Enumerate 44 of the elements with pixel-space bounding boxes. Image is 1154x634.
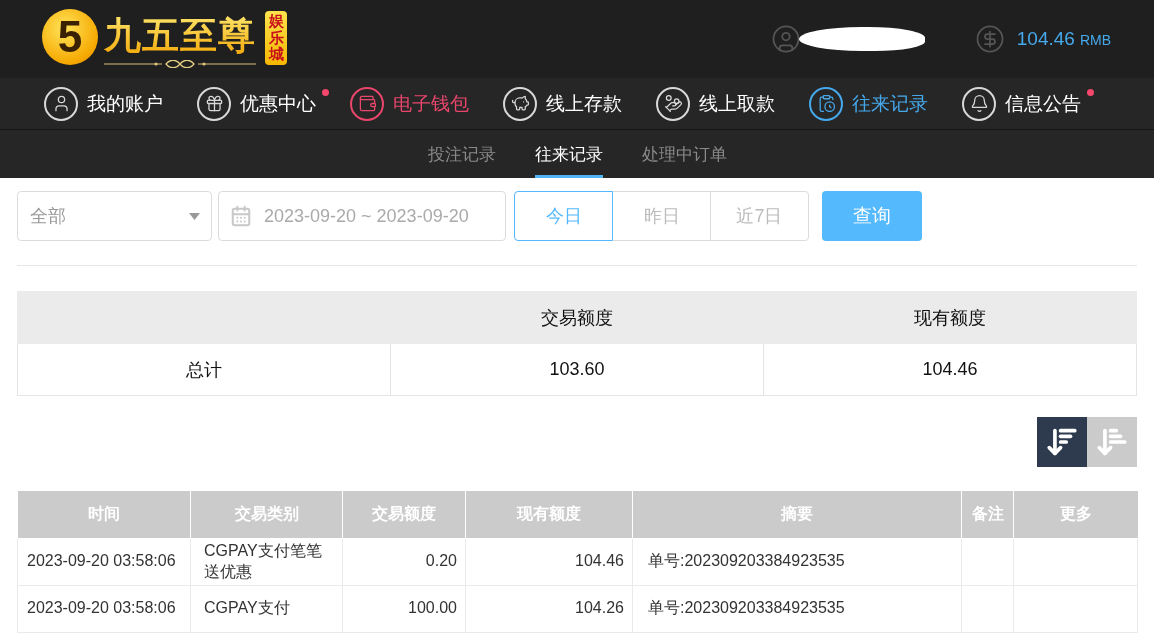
- balance-currency: RMB: [1079, 32, 1111, 48]
- time-cell: 2023-09-20 03:58:06: [17, 538, 191, 585]
- bell-icon: [962, 86, 996, 121]
- nav-item[interactable]: 往来记录: [809, 86, 928, 121]
- logo-badge: 娱乐城: [265, 11, 287, 65]
- nav-item[interactable]: 线上取款: [656, 86, 775, 121]
- time-cell: 2023-09-20 03:58:06: [17, 585, 191, 632]
- piggy-bank-icon: [503, 86, 537, 121]
- summary-cell: 单号:202309203384923535: [632, 538, 962, 585]
- sub-tab[interactable]: 处理中订单: [641, 130, 727, 178]
- amount-cell: 0.20: [342, 538, 466, 585]
- sub-tab[interactable]: 往来记录: [534, 130, 603, 178]
- total-cell: 104.46: [763, 343, 1137, 396]
- hand-coin-icon: [656, 86, 690, 121]
- column-header: 交易额度: [390, 291, 764, 344]
- row-label-cell: 总计: [17, 343, 391, 396]
- balance-cell: 104.46: [465, 538, 633, 585]
- summary-cell: 单号:202309203384923535: [632, 585, 962, 632]
- type-cell: CGPAY支付: [190, 585, 343, 632]
- balance-cell: 104.26: [465, 585, 633, 632]
- nav-item[interactable]: 优惠中心: [197, 86, 316, 121]
- date-range-field[interactable]: 2023-09-20 ~ 2023-09-20: [218, 191, 506, 241]
- sort-button[interactable]: [1037, 417, 1087, 467]
- clipboard-clock-icon: [809, 86, 843, 121]
- nav-item[interactable]: 信息公告: [962, 86, 1081, 121]
- sub-tab[interactable]: 投注记录: [427, 130, 496, 178]
- amount-cell: 100.00: [342, 585, 466, 632]
- column-header: 现有额度: [763, 291, 1137, 344]
- calendar-icon: [230, 205, 252, 227]
- logo-mark: 5: [42, 9, 98, 65]
- caret-down-icon: [189, 212, 200, 220]
- wallet-icon: [350, 86, 384, 121]
- nav-item[interactable]: 电子钱包: [350, 86, 469, 121]
- balance-amount: 104.46: [1016, 28, 1075, 50]
- total-cell: 103.60: [390, 343, 764, 396]
- user-icon: [44, 86, 78, 121]
- dollar-icon: [974, 24, 1005, 54]
- ornament-icon: [104, 60, 256, 68]
- type-cell: CGPAY支付笔笔送优惠: [190, 538, 343, 585]
- user-icon: [770, 24, 801, 54]
- type-select[interactable]: 全部: [17, 191, 212, 241]
- nav-item[interactable]: 我的账户: [44, 86, 163, 121]
- nav-item[interactable]: 线上存款: [503, 86, 622, 121]
- gift-icon: [197, 86, 231, 121]
